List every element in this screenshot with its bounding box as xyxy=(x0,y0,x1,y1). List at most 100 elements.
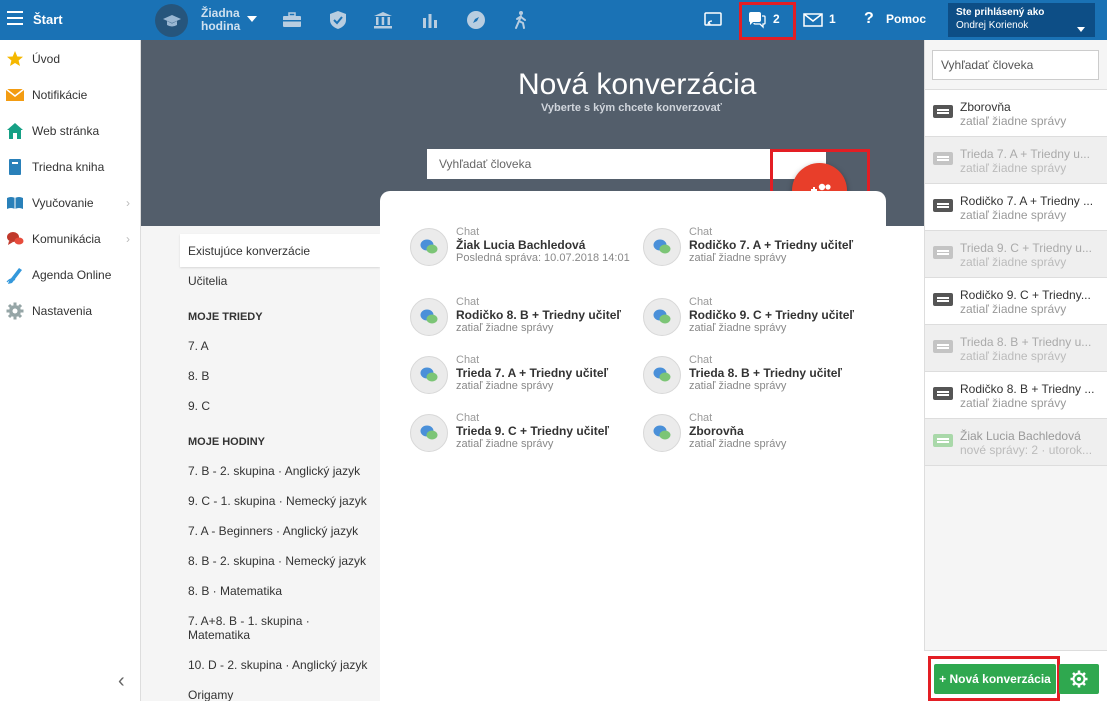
sidebar-item-agenda-online[interactable]: Agenda Online xyxy=(0,257,141,293)
chat-entry[interactable]: Chat Rodičko 9. C + Triedny učiteľ zatia… xyxy=(643,296,873,348)
star-icon xyxy=(6,50,24,68)
chat-bubbles-icon xyxy=(410,228,448,266)
help-link[interactable]: Pomoc xyxy=(886,12,926,26)
nav-lesson[interactable]: 10. D - 2. skupina · Anglický jazyk xyxy=(188,658,367,672)
chat-bubbles-icon xyxy=(643,414,681,452)
sidebar-item-web-stranka[interactable]: Web stránka xyxy=(0,113,141,149)
book-icon xyxy=(6,158,24,176)
shield-icon[interactable] xyxy=(328,10,348,30)
user-menu[interactable]: Ste prihlásený ako Ondrej Korienok xyxy=(948,3,1095,37)
menu-icon[interactable] xyxy=(7,11,23,25)
nav-lesson[interactable]: 8. B - 2. skupina · Nemecký jazyk xyxy=(188,554,366,568)
compass-icon[interactable] xyxy=(466,10,486,30)
nav-lesson[interactable]: 8. B · Matematika xyxy=(188,584,282,598)
conversation-item[interactable]: Trieda 8. B + Triedny u... zatiaľ žiadne… xyxy=(925,325,1107,372)
conversation-status: zatiaľ žiadne správy xyxy=(960,255,1067,269)
nav-class[interactable]: 9. C xyxy=(188,399,210,413)
settings-button[interactable] xyxy=(1059,664,1099,694)
nav-lesson[interactable]: Origamy xyxy=(188,688,233,701)
conversation-item[interactable]: Trieda 9. C + Triedny u... zatiaľ žiadne… xyxy=(925,231,1107,278)
nav-lesson[interactable]: 9. C - 1. skupina · Nemecký jazyk xyxy=(188,494,367,508)
sidebar-item-label: Triedna kniha xyxy=(32,160,105,174)
chat-status: zatiaľ žiadne správy xyxy=(689,380,787,392)
chevron-down-icon[interactable] xyxy=(247,16,257,22)
conversation-status: zatiaľ žiadne správy xyxy=(960,161,1067,175)
nav-my-lessons-heading: MOJE HODINY xyxy=(188,436,266,448)
sidebar-item-triedna-kniha[interactable]: Triedna kniha xyxy=(0,149,141,185)
gear-icon xyxy=(1070,670,1088,688)
sidebar-item-uvod[interactable]: Úvod xyxy=(0,41,141,77)
sidebar-item-notifikacie[interactable]: Notifikácie xyxy=(0,77,141,113)
chat-entry[interactable]: Chat Rodičko 8. B + Triedny učiteľ zatia… xyxy=(410,296,640,348)
chevron-down-icon[interactable] xyxy=(1077,27,1085,32)
briefcase-icon[interactable] xyxy=(282,10,302,30)
chat-entry[interactable]: Chat Zborovňa zatiaľ žiadne správy xyxy=(643,412,873,464)
help-icon[interactable]: ? xyxy=(864,10,874,28)
conversation-search-input[interactable] xyxy=(932,50,1099,80)
start-link[interactable]: Štart xyxy=(33,12,63,27)
conversation-item[interactable]: Rodičko 9. C + Triedny... zatiaľ žiadne … xyxy=(925,278,1107,325)
chat-type: Chat xyxy=(456,412,480,424)
bar-chart-icon[interactable] xyxy=(420,10,440,30)
chat-name: Žiak Lucia Bachledová xyxy=(456,238,586,252)
chat-type: Chat xyxy=(689,296,713,308)
page-title: Nová konverzácia xyxy=(518,68,757,101)
message-icon xyxy=(933,152,953,165)
conversation-item[interactable]: Trieda 7. A + Triedny u... zatiaľ žiadne… xyxy=(925,137,1107,184)
conversation-item[interactable]: Zborovňa zatiaľ žiadne správy xyxy=(925,90,1107,137)
message-icon xyxy=(933,434,953,447)
conversation-card: Chat Žiak Lucia Bachledová Posledná sprá… xyxy=(380,191,886,701)
lesson-label-line2: hodina xyxy=(201,19,241,33)
chat-entry[interactable]: Chat Trieda 8. B + Triedny učiteľ zatiaľ… xyxy=(643,354,873,406)
mail-icon[interactable] xyxy=(803,10,823,30)
chat-type: Chat xyxy=(456,226,480,238)
sidebar: Úvod Notifikácie Web stránka Triedna kni… xyxy=(0,40,141,701)
nav-class[interactable]: 8. B xyxy=(188,369,209,383)
chat-bubbles-icon xyxy=(410,356,448,394)
collapse-sidebar-icon[interactable]: ‹ xyxy=(118,670,125,693)
chat-entry[interactable]: Chat Žiak Lucia Bachledová Posledná sprá… xyxy=(410,226,640,278)
chat-entry[interactable]: Chat Trieda 9. C + Triedny učiteľ zatiaľ… xyxy=(410,412,640,464)
page-subtitle: Vyberte s kým chcete konverzovať xyxy=(541,102,722,114)
chat-name: Rodičko 8. B + Triedny učiteľ xyxy=(456,308,621,322)
message-icon xyxy=(933,387,953,400)
nav-existing-conversations[interactable]: Existujúce konverzácie xyxy=(188,244,310,258)
chevron-right-icon: › xyxy=(126,232,130,246)
nav-class[interactable]: 7. A xyxy=(188,339,209,353)
nav-lesson[interactable]: 7. B - 2. skupina · Anglický jazyk xyxy=(188,464,360,478)
conversation-name: Trieda 8. B + Triedny u... xyxy=(960,335,1092,349)
chat-bubbles-icon xyxy=(410,414,448,452)
chat-bubbles-icon xyxy=(410,298,448,336)
nav-teachers[interactable]: Učitelia xyxy=(188,274,227,288)
cast-icon[interactable] xyxy=(703,10,723,30)
sidebar-item-label: Notifikácie xyxy=(32,88,88,102)
graduation-cap-icon[interactable] xyxy=(155,4,188,37)
sidebar-item-komunikacia[interactable]: Komunikácia › xyxy=(0,221,141,257)
conversation-item[interactable]: Žiak Lucia Bachledová nové správy: 2 · u… xyxy=(925,419,1107,466)
chat-status: Posledná správa: 10.07.2018 14:01 xyxy=(456,252,630,264)
sidebar-item-vyucovanie[interactable]: Vyučovanie › xyxy=(0,185,141,221)
nav-lesson[interactable]: 7. A+8. B - 1. skupina · Matematika xyxy=(188,614,368,642)
bank-icon[interactable] xyxy=(373,10,393,30)
lesson-selector[interactable]: Žiadna hodina xyxy=(201,7,240,33)
chat-bubbles-icon xyxy=(643,356,681,394)
chat-type: Chat xyxy=(456,354,480,366)
chat-entry[interactable]: Chat Trieda 7. A + Triedny učiteľ zatiaľ… xyxy=(410,354,640,406)
sidebar-item-label: Úvod xyxy=(32,52,61,66)
hiking-icon[interactable] xyxy=(511,10,531,30)
new-conversation-button[interactable]: + Nová konverzácia xyxy=(934,664,1056,694)
person-search-input[interactable] xyxy=(427,149,772,179)
conversation-status: zatiaľ žiadne správy xyxy=(960,349,1067,363)
envelope-icon xyxy=(6,86,24,104)
conversation-status: zatiaľ žiadne správy xyxy=(960,208,1067,222)
conversation-name: Trieda 7. A + Triedny u... xyxy=(960,147,1090,161)
message-icon xyxy=(933,199,953,212)
messages-highlight xyxy=(739,2,796,40)
chat-entry[interactable]: Chat Rodičko 7. A + Triedny učiteľ zatia… xyxy=(643,226,873,278)
chat-status: zatiaľ žiadne správy xyxy=(456,380,554,392)
conversation-item[interactable]: Rodičko 8. B + Triedny ... zatiaľ žiadne… xyxy=(925,372,1107,419)
sidebar-item-nastavenia[interactable]: Nastavenia xyxy=(0,293,141,329)
conversation-item[interactable]: Rodičko 7. A + Triedny ... zatiaľ žiadne… xyxy=(925,184,1107,231)
chat-name: Trieda 9. C + Triedny učiteľ xyxy=(456,424,610,438)
nav-lesson[interactable]: 7. A - Beginners · Anglický jazyk xyxy=(188,524,358,538)
